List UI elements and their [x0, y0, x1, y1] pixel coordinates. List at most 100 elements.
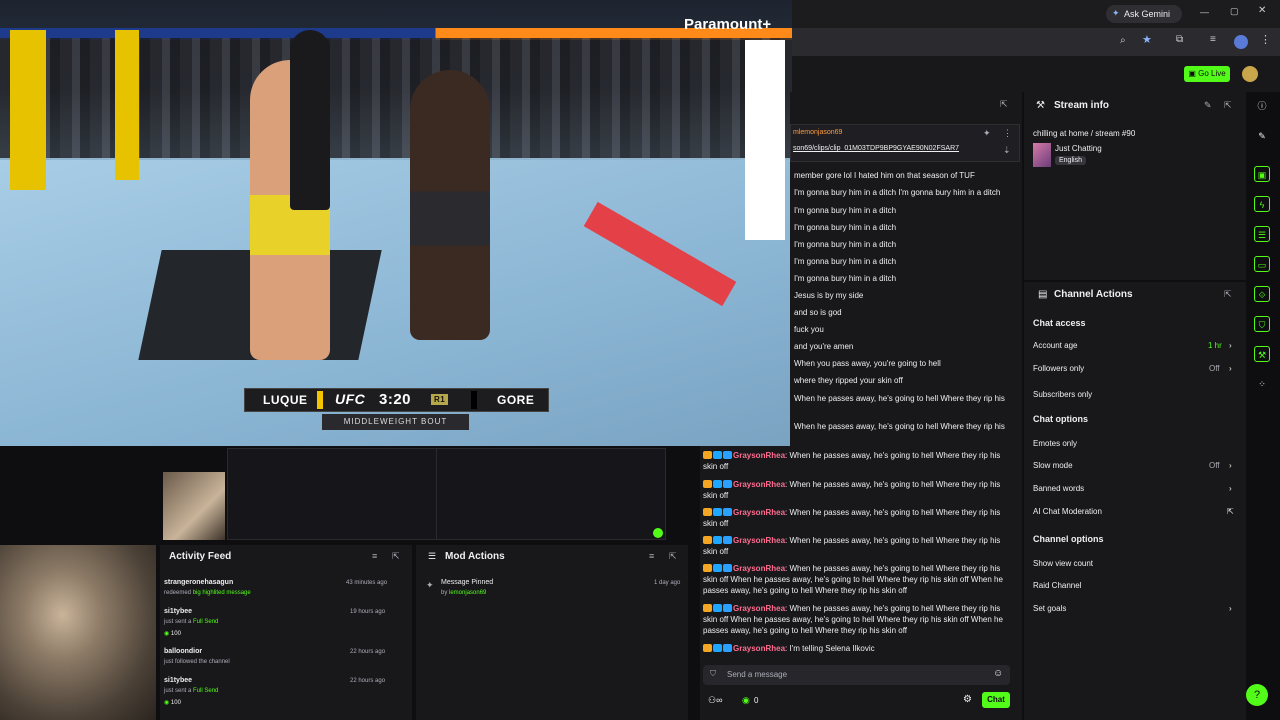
chat-message: GraysonRhea: I'm telling Selena Ilkovic — [703, 643, 1008, 654]
viewers-icon: ⚇∞ — [708, 695, 723, 705]
chat-line: and you're amen — [794, 342, 854, 351]
dark-corner-marker — [471, 391, 477, 409]
channel-options-heading: Channel options — [1033, 534, 1104, 544]
vip-badge-icon — [713, 564, 722, 572]
minimize-icon[interactable]: — — [1200, 8, 1209, 17]
pin-icon[interactable]: ✦ — [983, 129, 991, 138]
broadcaster-logo: Paramount+ — [684, 16, 772, 33]
preview-strip — [160, 446, 690, 542]
chevron-right-icon: › — [1229, 484, 1232, 493]
mod-action-title: Message Pinned — [441, 579, 494, 586]
site-header: ▣ Go Live — [790, 56, 1280, 92]
bout-label: MIDDLEWEIGHT BOUT — [322, 414, 469, 430]
chat-line: When he passes away, he's going to hell … — [794, 394, 1005, 403]
fight-clock: 3:20 — [379, 391, 412, 408]
chat-line: I'm gonna bury him in a ditch I'm gonna … — [794, 188, 1001, 197]
media-icon[interactable]: ≡ — [1210, 35, 1216, 45]
sub-badge-icon — [723, 508, 732, 516]
mod-actions-panel: ☰ Mod Actions ≡ ⇱ ✦ Message Pinned by le… — [416, 545, 688, 720]
category[interactable]: Just Chatting — [1055, 144, 1102, 153]
pinned-message[interactable]: mlemonjason69 son69/clips/clip_01M03TDP9… — [790, 124, 1020, 162]
ai-moderation-row[interactable]: AI Chat Moderation ⇱ — [1033, 507, 1234, 516]
activity-feed-panel: Activity Feed ≡ ⇱ strangeronehasagun 43 … — [160, 545, 412, 720]
chat-message: GraysonRhea: When he passes away, he's g… — [703, 480, 1001, 500]
raid-channel-row[interactable]: Raid Channel — [1033, 581, 1081, 590]
list-icon: ☰ — [428, 551, 437, 561]
filter-icon[interactable]: ≡ — [372, 552, 377, 561]
shield-icon[interactable]: ⛉ — [1254, 316, 1270, 332]
expand-icon[interactable]: ⇣ — [1003, 146, 1011, 155]
chat-line: When you pass away, you're going to hell — [794, 359, 941, 368]
chat-options-heading: Chat options — [1033, 414, 1088, 424]
extensions-icon[interactable]: ⧉ — [1176, 35, 1183, 45]
close-icon[interactable]: ✕ — [1258, 6, 1266, 16]
chevron-right-icon: › — [1229, 604, 1232, 613]
more-icon[interactable]: ⋮ — [1003, 129, 1012, 138]
go-live-button[interactable]: ▣ Go Live — [1184, 66, 1230, 82]
external-link-icon: ⇱ — [1227, 507, 1234, 516]
actions-icon: ▤ — [1038, 289, 1048, 300]
edit-icon[interactable]: ✎ — [1204, 101, 1212, 110]
sub-badge-icon — [723, 480, 732, 488]
popout-icon[interactable]: ⇱ — [1000, 100, 1008, 109]
chevron-right-icon: › — [1229, 341, 1232, 350]
popout-icon[interactable]: ⇱ — [669, 552, 677, 561]
followers-only-value: Off — [1209, 364, 1220, 373]
browser-toolbar: ⌕ ★ ⧉ ≡ ⋮ — [790, 28, 1280, 56]
maximize-icon[interactable]: ▢ — [1230, 7, 1239, 16]
chat-input-placeholder: Send a message — [727, 670, 788, 679]
crown-badge-icon — [703, 508, 712, 516]
filter-icon[interactable]: ≡ — [649, 552, 654, 561]
browser-menu-icon[interactable]: ⋮ — [1260, 35, 1271, 46]
video-player[interactable]: Paramount+ LUQUE UFC 3:20 R1 GORE MIDDLE… — [0, 0, 792, 446]
set-goals-row[interactable]: Set goals › — [1033, 604, 1232, 613]
chat-message: GraysonRhea: When he passes away, he's g… — [703, 451, 1001, 471]
chat-line: I'm gonna bury him in a ditch — [794, 274, 897, 283]
fight-scorebar: LUQUE UFC 3:20 R1 GORE — [244, 388, 549, 412]
slow-mode-row[interactable]: Slow mode Off › — [1033, 461, 1232, 470]
followers-only-row[interactable]: Followers only Off › — [1033, 364, 1232, 373]
stream-info-title: Stream info — [1054, 100, 1110, 111]
banned-words-row[interactable]: Banned words › — [1033, 484, 1232, 493]
settings-gear-icon[interactable]: ⚙ — [963, 695, 972, 705]
grid-icon[interactable]: ⁘ — [1254, 376, 1270, 392]
lightning-icon[interactable]: ϟ — [1254, 196, 1270, 212]
emoji-icon[interactable]: ☺ — [993, 669, 1003, 679]
crown-badge-icon — [703, 536, 712, 544]
user-avatar[interactable] — [1242, 66, 1258, 82]
chat-message: GraysonRhea: When he passes away, he's g… — [703, 508, 1001, 528]
popout-icon[interactable]: ⇱ — [1224, 101, 1232, 110]
mod-action-time: 1 day ago — [654, 580, 681, 586]
chat-input[interactable]: ⛉ Send a message ☺ — [703, 665, 1010, 685]
chat-message: GraysonRhea: When he passes away, he's g… — [703, 536, 1001, 556]
pencil-icon[interactable]: ✎ — [1254, 128, 1270, 144]
pinned-user: mlemonjason69 — [793, 129, 843, 136]
info-icon[interactable]: ⓘ — [1254, 98, 1270, 114]
video-icon[interactable]: ▣ — [1254, 166, 1270, 182]
cage-post-left — [10, 30, 46, 190]
ask-gemini-button[interactable]: ✦ Ask Gemini — [1106, 5, 1182, 23]
popout-icon[interactable]: ⇱ — [392, 552, 400, 561]
mod-actions-title: Mod Actions — [445, 551, 505, 562]
vip-badge-icon — [713, 451, 722, 459]
vip-badge-icon — [713, 644, 722, 652]
zoom-icon[interactable]: ⌕ — [1120, 36, 1126, 46]
wrench-icon[interactable]: ⚒ — [1254, 346, 1270, 362]
help-icon[interactable]: ? — [1246, 684, 1268, 706]
broadcast-icon[interactable]: ⟐ — [1254, 286, 1270, 302]
pinned-link[interactable]: son69/clips/clip_01M03TDP9BP9GYAE90N02FS… — [793, 145, 959, 152]
popout-icon[interactable]: ⇱ — [1224, 290, 1232, 299]
dashboard-side-rail — [1246, 92, 1280, 720]
chat-line: I'm gonna bury him in a ditch — [794, 257, 897, 266]
browser-tab-bar: ✦ Ask Gemini — ▢ ✕ — [790, 0, 1280, 28]
profile-avatar[interactable] — [1234, 35, 1248, 49]
list-icon[interactable]: ☰ — [1254, 226, 1270, 242]
chat-icon[interactable]: ▭ — [1254, 256, 1270, 272]
pin-icon: ✦ — [426, 580, 434, 590]
chat-send-button[interactable]: Chat — [982, 692, 1010, 708]
star-icon[interactable]: ★ — [1142, 35, 1152, 46]
chat-line: I'm gonna bury him in a ditch — [794, 240, 897, 249]
broadcast-icon: ▣ — [1188, 69, 1199, 78]
vip-badge-icon — [713, 508, 722, 516]
account-age-row[interactable]: Account age 1 hr › — [1033, 341, 1232, 350]
